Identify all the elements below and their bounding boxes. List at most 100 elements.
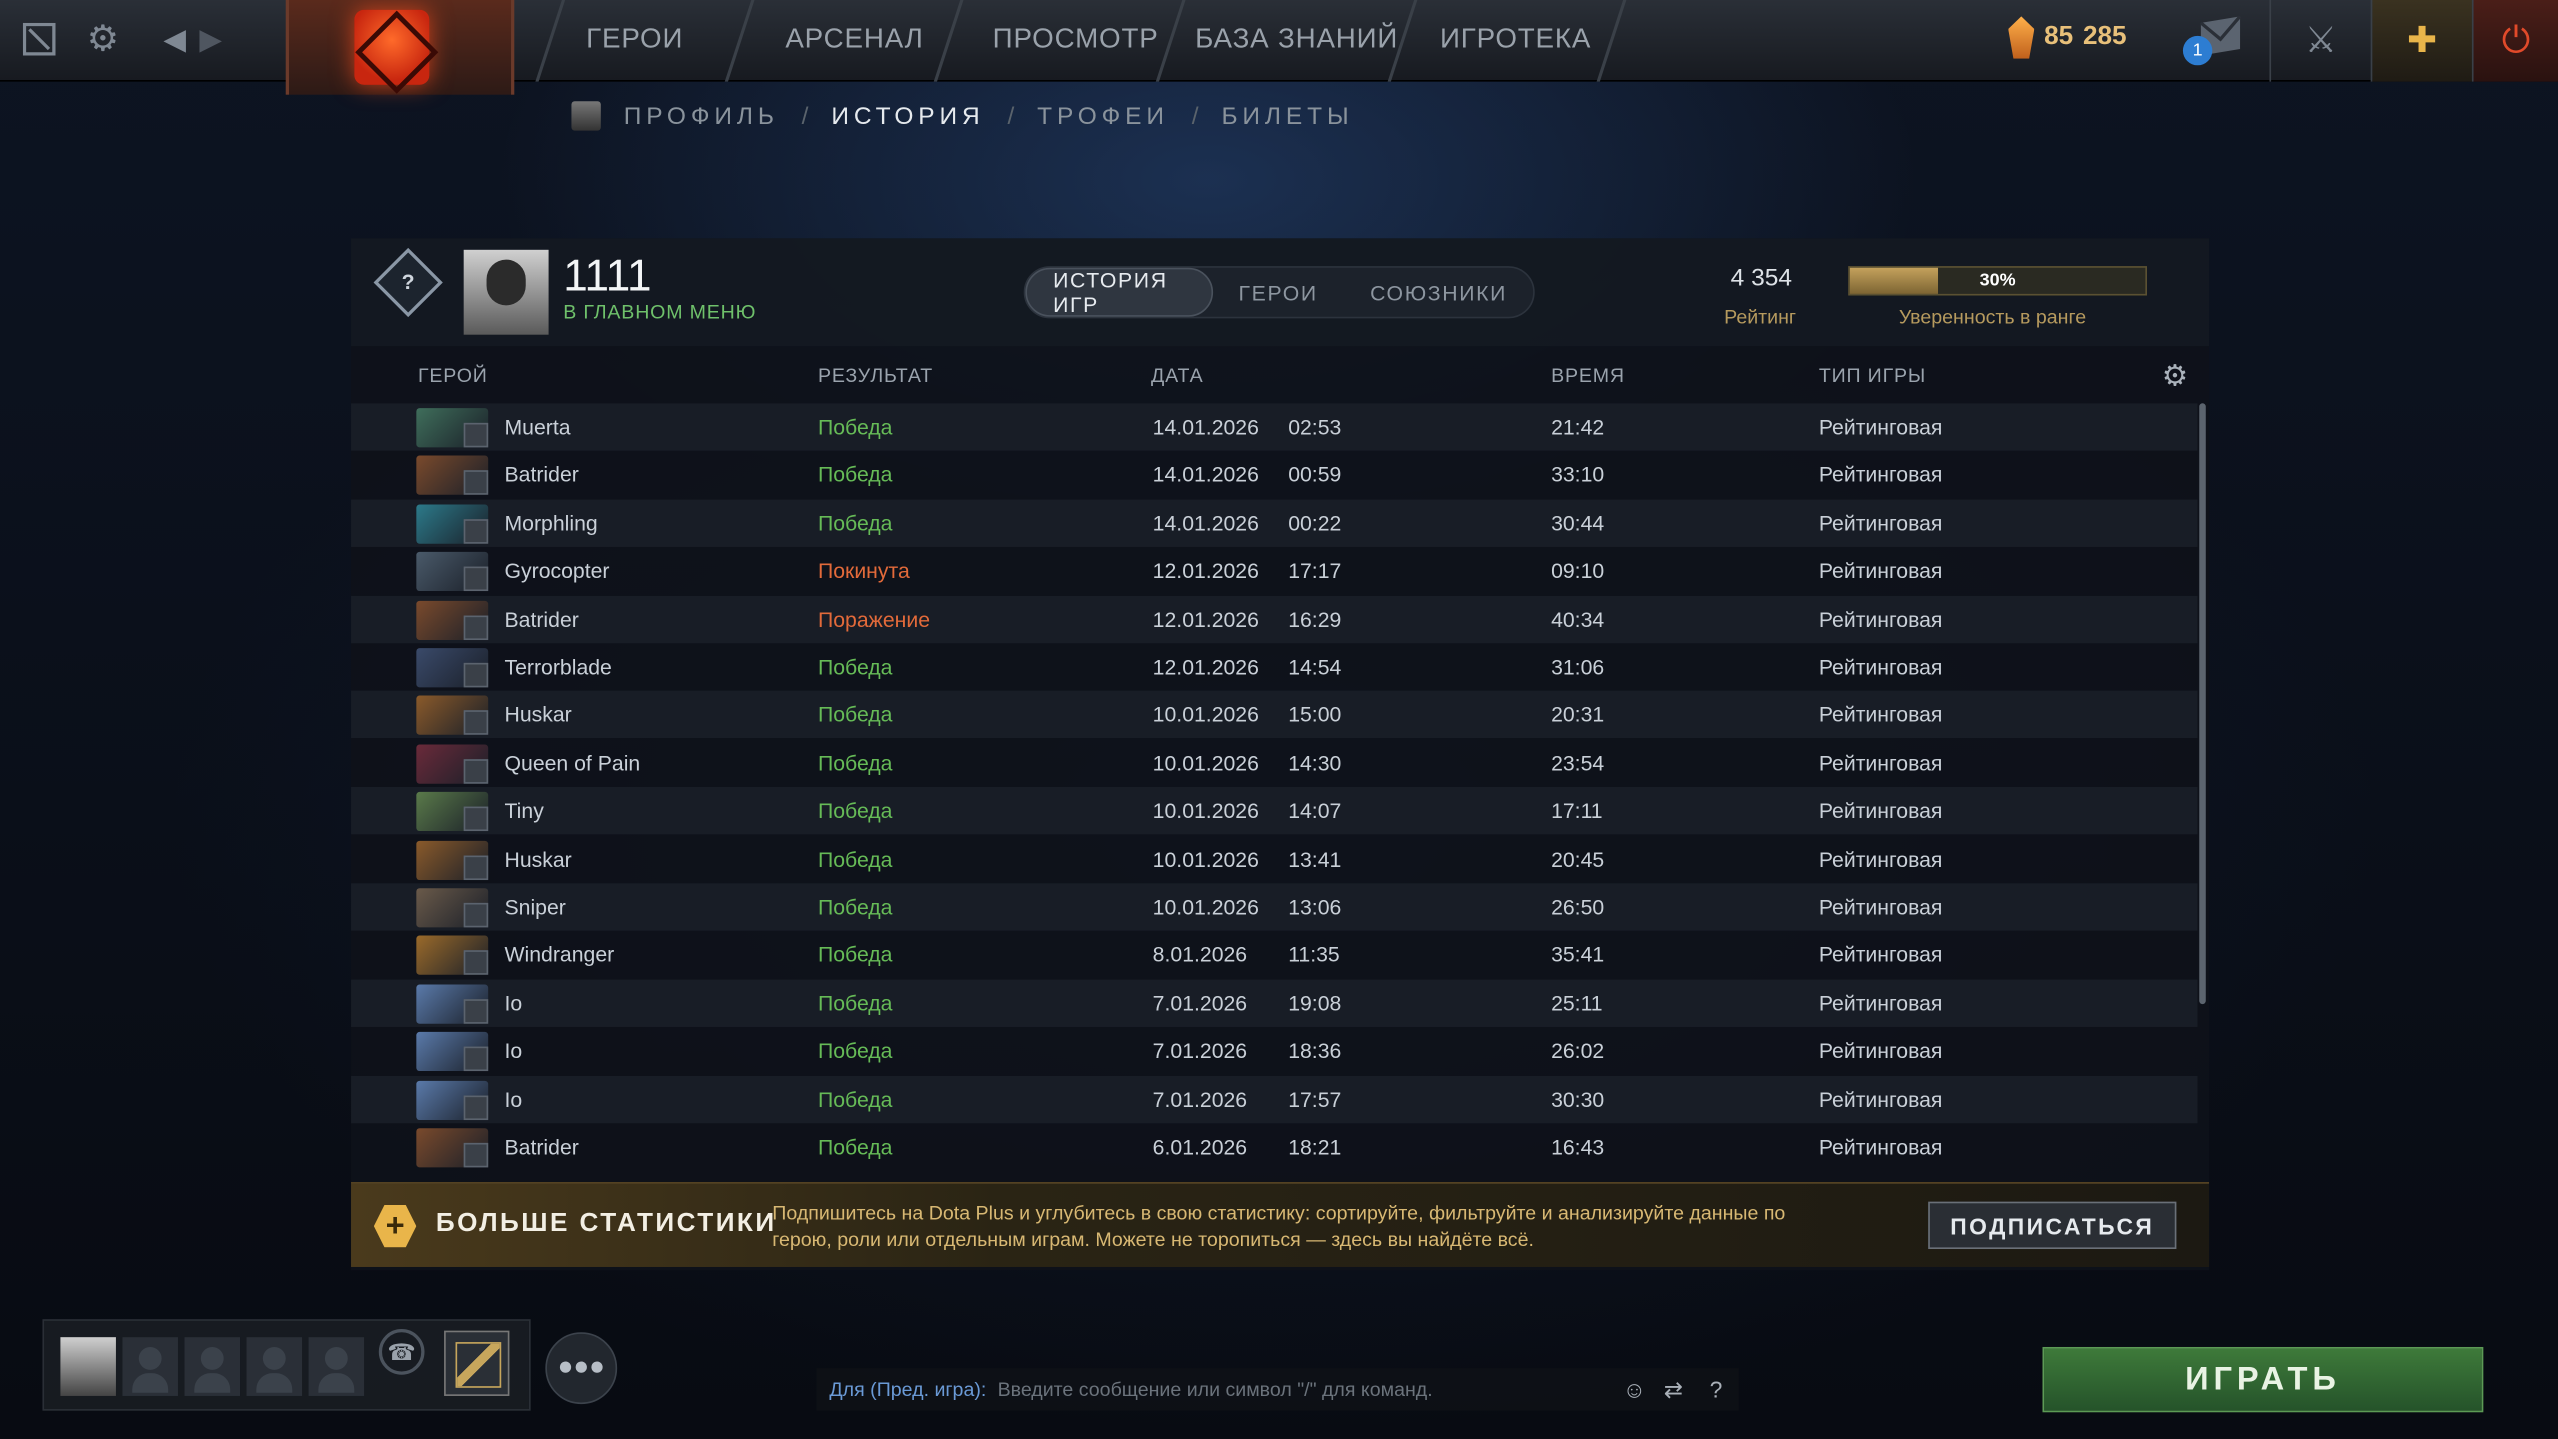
shards-counter[interactable]: 85 285 <box>2008 16 2127 59</box>
party-slot-self[interactable] <box>60 1337 116 1396</box>
match-duration: 09:10 <box>1551 558 1605 584</box>
match-result: Победа <box>817 654 893 680</box>
friends-icon[interactable]: ●●● <box>545 1332 618 1405</box>
tab-heroes[interactable]: ГЕРОИ <box>1212 268 1344 317</box>
chat-channel[interactable]: Для (Пред. игра): <box>829 1378 986 1401</box>
table-row[interactable]: Huskar Победа 10.01.2026 13:41 20:45 Рейтинго… <box>351 835 2198 882</box>
emoji-icon[interactable]: ☺ <box>1616 1371 1652 1407</box>
table-row[interactable]: Batrider Победа 14.01.2026 00:59 33:10 Рейтин… <box>351 451 2198 498</box>
col-duration[interactable]: ВРЕМЯ <box>1551 364 1625 387</box>
hero-name: Batrider <box>504 462 579 488</box>
party-slot-empty[interactable] <box>122 1337 178 1396</box>
table-row[interactable]: Queen of Pain Победа 10.01.2026 14:30 23:54 Р… <box>351 739 2198 786</box>
hero-portrait <box>416 408 489 448</box>
match-result: Победа <box>817 462 893 488</box>
party-slot-empty[interactable] <box>246 1337 303 1396</box>
table-row[interactable]: Huskar Победа 10.01.2026 15:00 20:31 Рейтинго… <box>351 691 2198 739</box>
nav-arcade[interactable]: ИГРОТЕКА <box>1440 23 1591 56</box>
match-duration: 33:10 <box>1551 462 1605 488</box>
party-slot-empty[interactable] <box>308 1337 365 1396</box>
chat-help-button[interactable]: ? <box>1698 1371 1734 1407</box>
armory-button[interactable]: ⚔ <box>2269 0 2370 82</box>
match-time: 13:06 <box>1288 894 1342 920</box>
match-result: Победа <box>817 1086 893 1112</box>
exit-button[interactable]: ⏻ <box>2471 0 2558 82</box>
match-time: 00:22 <box>1288 510 1342 536</box>
gear-icon[interactable]: ⚙ <box>2162 359 2188 393</box>
match-time: 16:29 <box>1288 606 1342 632</box>
match-result: Победа <box>817 414 893 440</box>
avatar[interactable] <box>463 249 549 335</box>
hero-name: Huskar <box>504 702 572 728</box>
battle-pass-medal[interactable] <box>444 1330 510 1396</box>
match-duration: 20:45 <box>1551 846 1605 872</box>
rank-confidence-text: 30% <box>1979 271 2016 291</box>
nav-divider <box>1596 0 1627 82</box>
table-row[interactable]: Batrider Поражение 12.01.2026 16:29 40:34 Рей… <box>351 595 2198 643</box>
col-game-type[interactable]: ТИП ИГРЫ <box>1819 364 1926 387</box>
hero-name: Windranger <box>504 942 615 968</box>
tab-allies[interactable]: СОЮЗНИКИ <box>1344 268 1533 317</box>
match-result: Победа <box>817 750 893 776</box>
scrollbar[interactable] <box>2199 403 2206 1005</box>
subnav-tickets[interactable]: БИЛЕТЫ <box>1221 102 1353 130</box>
subscribe-button[interactable]: ПОДПИСАТЬСЯ <box>1928 1201 2177 1250</box>
gear-icon[interactable]: ⚙ <box>80 16 126 62</box>
subnav-trophies[interactable]: ТРОФЕИ <box>1037 102 1169 130</box>
subnav-profile[interactable]: ПРОФИЛЬ <box>624 102 779 130</box>
match-duration: 23:54 <box>1551 750 1605 776</box>
translate-icon[interactable]: ⇄ <box>1656 1371 1692 1407</box>
table-row[interactable]: Terrorblade Победа 12.01.2026 14:54 31:06 Рей… <box>351 643 2198 690</box>
headset-icon[interactable]: ☎ <box>378 1329 425 1375</box>
dota-logo-button[interactable] <box>285 0 515 95</box>
match-time: 17:17 <box>1288 558 1342 584</box>
col-hero[interactable]: ГЕРОЙ <box>418 364 488 387</box>
dota-plus-button[interactable]: ✚ <box>2370 0 2472 82</box>
col-result[interactable]: РЕЗУЛЬТАТ <box>818 364 933 387</box>
game-type: Рейтинговая <box>1818 942 1943 968</box>
game-type: Рейтинговая <box>1818 414 1943 440</box>
hero-portrait <box>416 504 489 544</box>
table-row[interactable]: Windranger Победа 8.01.2026 11:35 35:41 Рейти… <box>351 931 2198 978</box>
match-date: 7.01.2026 <box>1152 990 1248 1016</box>
party-slot-empty[interactable] <box>184 1337 241 1396</box>
nav-learn[interactable]: БАЗА ЗНАНИЙ <box>1195 23 1398 56</box>
table-row[interactable]: Morphling Победа 14.01.2026 00:22 30:44 Рейти… <box>351 499 2198 547</box>
hero-portrait <box>416 696 489 736</box>
nav-heroes[interactable]: ГЕРОИ <box>586 23 683 56</box>
col-date[interactable]: ДАТА <box>1151 364 1203 387</box>
rank-medal-icon[interactable]: ? <box>373 247 443 318</box>
match-duration: 26:02 <box>1551 1038 1605 1064</box>
hero-name: Batrider <box>504 606 579 632</box>
match-duration: 31:06 <box>1551 654 1605 680</box>
chat-input[interactable]: Введите сообщение или символ "/" для ком… <box>998 1378 1433 1401</box>
play-button[interactable]: ИГРАТЬ <box>2042 1346 2484 1413</box>
hero-portrait <box>416 456 489 496</box>
tab-match-history[interactable]: ИСТОРИЯ ИГР <box>1025 267 1213 317</box>
game-type: Рейтинговая <box>1818 846 1943 872</box>
dota-plus-icon: + <box>373 1204 417 1248</box>
dota-logo-small-icon[interactable] <box>16 16 62 62</box>
table-row[interactable]: Sniper Победа 10.01.2026 13:06 26:50 Рейтинго… <box>351 883 2198 931</box>
table-row[interactable]: Gyrocopter Покинута 12.01.2026 17:17 09:10 Ре… <box>351 547 2198 594</box>
nav-arsenal[interactable]: АРСЕНАЛ <box>785 23 923 56</box>
chevron-right-icon[interactable]: ▶ <box>188 16 234 62</box>
dota-plus-title: БОЛЬШЕ СТАТИСТИКИ <box>435 1209 777 1238</box>
hero-portrait <box>416 1032 489 1072</box>
rank-confidence-bar: 30% <box>1848 266 2148 296</box>
table-row[interactable]: Io Победа 7.01.2026 19:08 25:11 Рейтинговая <box>351 979 2198 1027</box>
table-row[interactable]: Batrider Победа 6.01.2026 18:21 16:43 Рейтинг… <box>351 1123 2198 1170</box>
table-row[interactable]: Tiny Победа 10.01.2026 14:07 17:11 Рейтингова… <box>351 787 2198 835</box>
subnav-separator: / <box>801 102 809 130</box>
player-name: 1111 <box>563 251 652 301</box>
table-row[interactable]: Io Победа 7.01.2026 18:36 26:02 Рейтинговая <box>351 1027 2198 1074</box>
table-row[interactable]: Io Победа 7.01.2026 17:57 30:30 Рейтинговая <box>351 1075 2198 1123</box>
subnav-history[interactable]: ИСТОРИЯ <box>831 102 984 130</box>
table-row[interactable]: Muerta Победа 14.01.2026 02:53 21:42 Рейтинго… <box>351 403 2198 451</box>
chat-bar: Для (Пред. игра): Введите сообщение или … <box>816 1368 1739 1411</box>
match-duration: 30:30 <box>1551 1086 1605 1112</box>
match-history-panel: ? 1111 В ГЛАВНОМ МЕНЮ ИСТОРИЯ ИГР ГЕРОИ … <box>351 238 2210 1271</box>
rating-label: Рейтинг <box>1724 305 1797 329</box>
nav-watch[interactable]: ПРОСМОТР <box>993 23 1159 56</box>
subnav-separator: / <box>1007 102 1015 130</box>
